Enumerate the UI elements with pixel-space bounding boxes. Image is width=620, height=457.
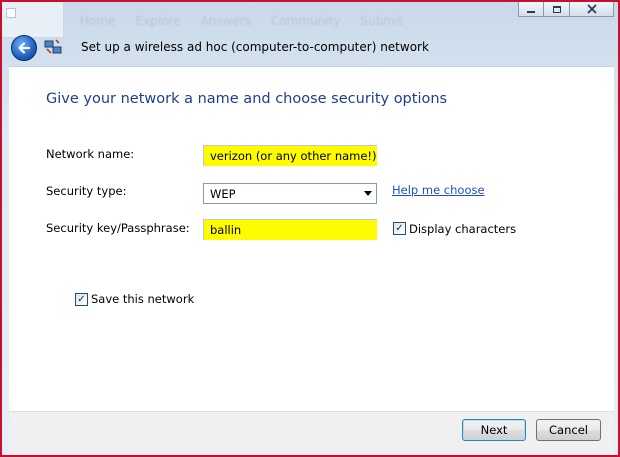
security-type-select[interactable]: WEP <box>203 183 377 204</box>
minimize-icon <box>527 10 535 13</box>
background-nav-item: Home <box>80 14 116 28</box>
display-characters-label: Display characters <box>409 222 517 236</box>
close-icon <box>586 4 597 14</box>
wizard-window: Home Explore Answers Community Submit Se… <box>2 2 618 455</box>
security-key-label: Security key/Passphrase: <box>46 221 190 235</box>
next-button[interactable]: Next <box>462 419 526 441</box>
help-me-choose-link[interactable]: Help me choose <box>392 183 485 197</box>
network-name-input[interactable]: verizon (or any other name!) <box>203 145 377 166</box>
checkmark-icon: ✓ <box>77 293 86 305</box>
save-network-label: Save this network <box>91 292 195 306</box>
cancel-button[interactable]: Cancel <box>536 419 601 441</box>
content-panel: Give your network a name and choose secu… <box>9 66 614 411</box>
network-icon <box>44 39 62 54</box>
window-controls <box>518 2 614 17</box>
maximize-button[interactable] <box>544 2 570 17</box>
save-network-checkbox[interactable]: ✓ <box>75 293 88 306</box>
background-nav-item: Explore <box>135 14 181 28</box>
minimize-button[interactable] <box>518 2 544 17</box>
background-nav: Home Explore Answers Community Submit <box>80 14 500 34</box>
background-nav-item: Community <box>270 14 341 28</box>
back-button[interactable] <box>11 35 37 61</box>
background-nav-item: Submit <box>360 14 403 28</box>
maximize-icon <box>552 5 561 13</box>
back-arrow-icon <box>18 42 31 54</box>
security-key-input[interactable]: ballin <box>203 219 377 240</box>
checkmark-icon: ✓ <box>395 222 404 234</box>
display-characters-checkbox[interactable]: ✓ <box>393 222 406 235</box>
window-title: Set up a wireless ad hoc (computer-to-co… <box>81 40 429 54</box>
security-type-value: WEP <box>210 187 236 201</box>
page-heading: Give your network a name and choose secu… <box>46 91 448 107</box>
background-nav-item: Answers <box>200 14 251 28</box>
close-button[interactable] <box>570 2 614 17</box>
button-bar: Next Cancel <box>9 411 614 455</box>
security-type-label: Security type: <box>46 184 127 198</box>
network-name-label: Network name: <box>46 147 135 161</box>
dropdown-arrow-icon <box>364 191 372 196</box>
background-panel <box>2 2 64 38</box>
background-tab <box>6 8 16 18</box>
